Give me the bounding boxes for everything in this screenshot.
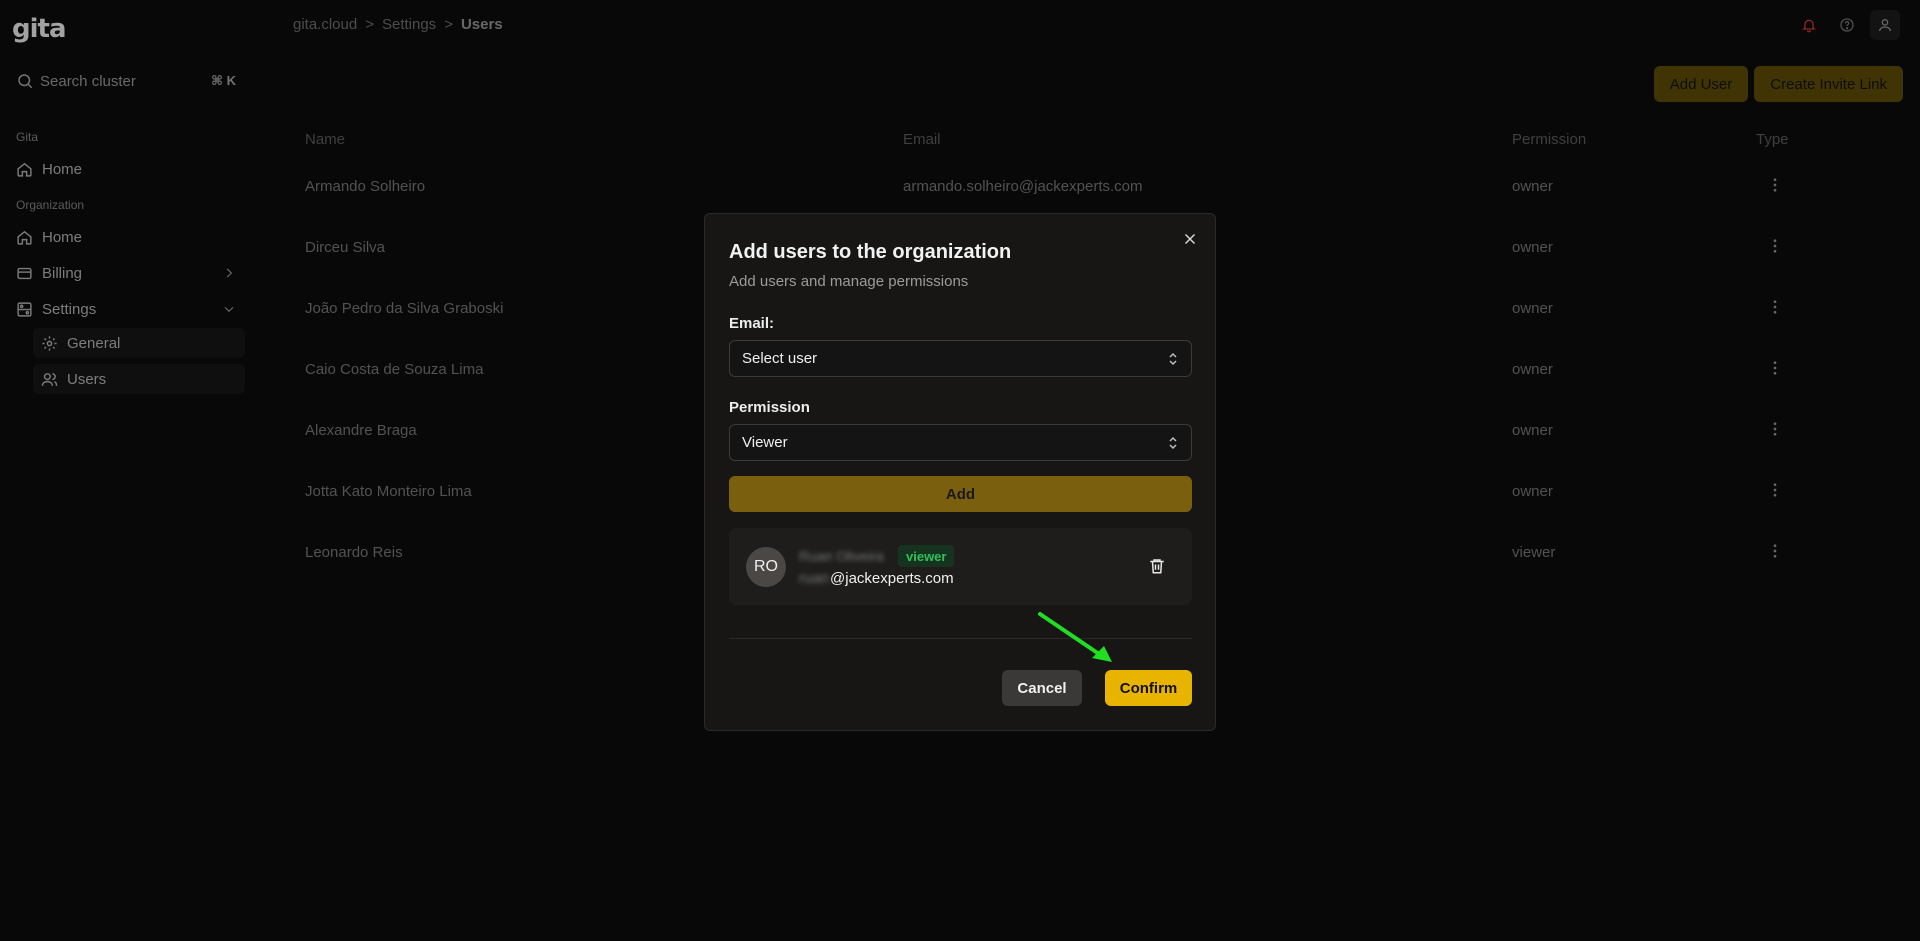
email-prefix: ruan [799, 570, 830, 587]
email-label: Email: [729, 315, 775, 332]
pending-user-name: Ruan Oliveira [799, 548, 884, 564]
permission-select-value: Viewer [742, 434, 788, 451]
email-user-select[interactable]: Select user [729, 340, 1192, 377]
chevron-up-down-icon [1169, 352, 1177, 366]
dialog-subtitle: Add users and manage permissions [729, 273, 969, 290]
permission-badge: viewer [898, 545, 955, 567]
permission-select[interactable]: Viewer [729, 424, 1192, 461]
pending-user-card: RO Ruan Oliveira viewer ruan @jackexpert… [729, 528, 1192, 605]
permission-label: Permission [729, 399, 810, 416]
email-select-value: Select user [742, 350, 818, 367]
chevron-up-down-icon [1169, 436, 1177, 450]
pending-user-email: ruan @jackexperts.com [799, 570, 954, 587]
cancel-button[interactable]: Cancel [1002, 670, 1082, 706]
email-domain: @jackexperts.com [830, 570, 954, 587]
confirm-button[interactable]: Confirm [1105, 670, 1192, 706]
avatar: RO [746, 547, 786, 587]
dialog-title: Add users to the organization [729, 241, 1012, 263]
add-button[interactable]: Add [729, 476, 1192, 512]
dialog-divider [729, 638, 1192, 639]
add-users-dialog: Add users to the organization Add users … [704, 213, 1216, 731]
trash-icon[interactable] [1148, 557, 1166, 575]
annotation-arrow-icon [1038, 612, 1112, 662]
close-icon[interactable] [1181, 230, 1199, 248]
